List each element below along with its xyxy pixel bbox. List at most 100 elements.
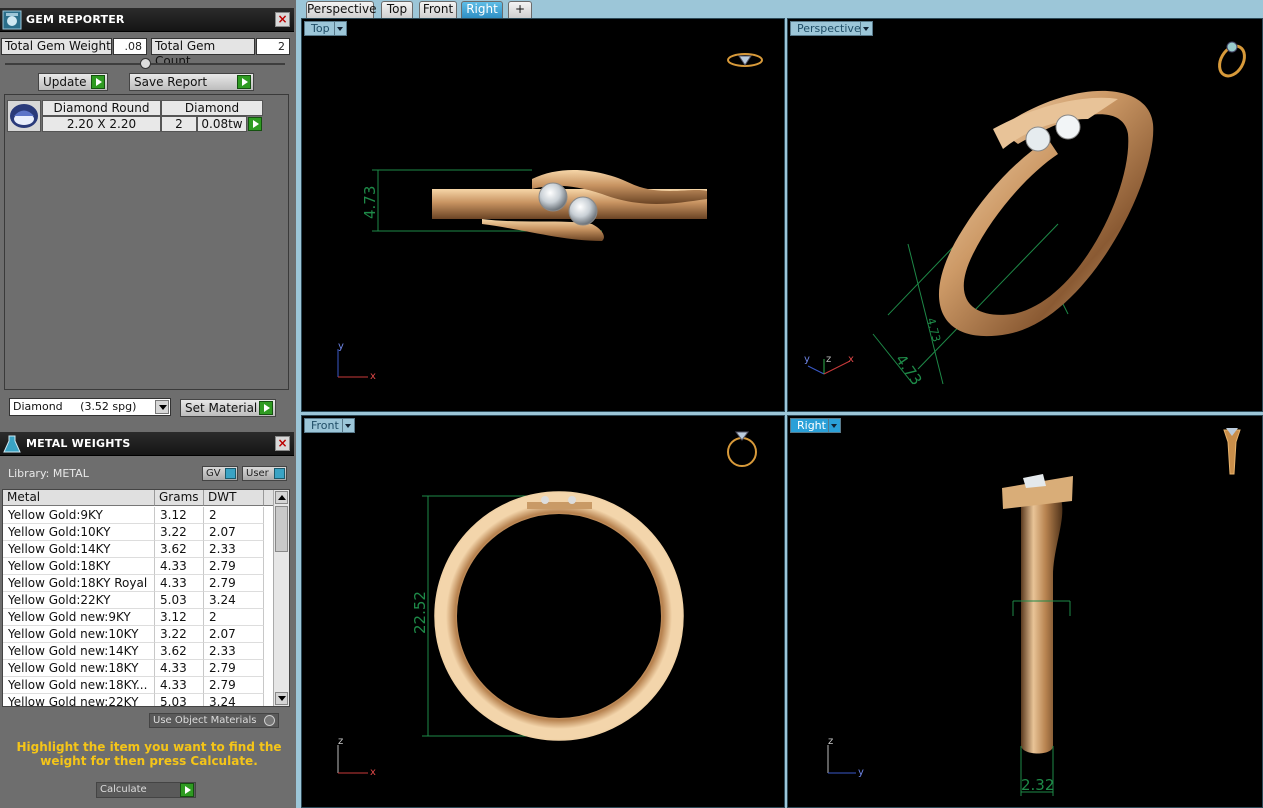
dwt-cell: 3.24	[204, 592, 264, 609]
table-row[interactable]: Yellow Gold new:10KY 3.22 2.07	[3, 626, 274, 643]
add-tab-icon[interactable]: +	[508, 1, 532, 18]
ring-preview-icon[interactable]	[1214, 41, 1249, 81]
dwt-cell: 2.79	[204, 575, 264, 592]
toggle-indicator-icon	[225, 468, 236, 479]
play-icon[interactable]	[248, 117, 262, 131]
viewport-right[interactable]: 2.32 z y Right	[787, 415, 1263, 808]
save-report-button[interactable]: Save Report	[129, 73, 254, 91]
diamond-stone-icon	[1025, 126, 1051, 152]
gem-list: Diamond Round Diamond 2.20 X 2.20 2 0.08…	[4, 94, 289, 390]
dimension-line	[872, 168, 1069, 385]
vertical-scrollbar[interactable]	[273, 490, 289, 706]
tab-perspective[interactable]: Perspective	[306, 1, 377, 18]
diamond-stone-icon	[541, 496, 549, 504]
calculate-button[interactable]: Calculate	[96, 782, 196, 798]
scroll-thumb[interactable]	[275, 506, 288, 552]
total-gem-weight-label: Total Gem Weight	[1, 38, 112, 55]
gem-shape[interactable]: Diamond Round	[42, 100, 161, 116]
close-icon[interactable]: ×	[275, 12, 290, 27]
viewport-tab-bar: Perspective Top Front Right +	[298, 0, 1263, 18]
user-label: User	[246, 468, 269, 479]
ring-setting	[527, 502, 592, 509]
dimension-label: 4.73	[892, 351, 926, 389]
metal-weights-header: METAL WEIGHTS ×	[0, 432, 294, 456]
dwt-cell: 2.07	[204, 524, 264, 541]
gem-count[interactable]: 2	[161, 116, 197, 132]
ring-preview-icon[interactable]	[727, 431, 757, 467]
total-gem-weight-value: .08	[113, 38, 147, 55]
total-gem-count-label: Total Gem Count	[151, 38, 255, 68]
column-header-dwt[interactable]: DWT	[204, 490, 264, 506]
tab-right[interactable]: Right	[461, 1, 503, 18]
column-header-metal[interactable]: Metal	[3, 490, 155, 506]
chevron-down-icon	[828, 419, 840, 432]
dwt-cell: 2.79	[204, 660, 264, 677]
table-row[interactable]: Yellow Gold new:14KY 3.62 2.33	[3, 643, 274, 660]
use-object-materials-toggle[interactable]: Use Object Materials	[149, 713, 279, 728]
material-select[interactable]: Diamond (3.52 spg)	[9, 398, 171, 416]
column-header-grams[interactable]: Grams	[155, 490, 204, 506]
viewport-label-text: Front	[311, 419, 339, 432]
dimension-label: 4.73	[361, 186, 379, 219]
viewport-label-right[interactable]: Right	[790, 418, 841, 433]
axis-x-label: x	[848, 354, 854, 365]
gv-toggle[interactable]: GV	[202, 466, 238, 481]
grams-cell: 4.33	[155, 575, 204, 592]
diamond-stone-icon	[1023, 474, 1046, 488]
viewport-top[interactable]: 4.73 y x Top	[301, 18, 785, 412]
gv-label: GV	[206, 468, 221, 479]
viewport-front[interactable]: 22.52 z x Front	[301, 415, 785, 808]
tab-top[interactable]: Top	[381, 1, 413, 18]
table-row[interactable]: Yellow Gold new:22KY 5.03 3.24	[3, 694, 274, 706]
dwt-cell: 2.79	[204, 677, 264, 694]
viewport-perspective[interactable]: 4.73 4.73 y z x Perspective	[787, 18, 1263, 412]
axis-indicator: y z x	[804, 354, 854, 375]
ring-preview-icon[interactable]	[1223, 428, 1241, 475]
diamond-stone-icon	[568, 496, 576, 504]
axis-y-label: y	[804, 354, 810, 365]
flask-icon	[2, 434, 22, 454]
scroll-up-icon[interactable]	[275, 491, 288, 504]
metal-name-cell: Yellow Gold:14KY	[3, 541, 155, 558]
viewport-label-perspective[interactable]: Perspective	[790, 21, 873, 36]
table-row[interactable]: Yellow Gold new:9KY 3.12 2	[3, 609, 274, 626]
left-panel: GEM REPORTER × Total Gem Weight .08 Tota…	[0, 0, 296, 808]
update-button-label: Update	[43, 75, 87, 89]
gem-size[interactable]: 2.20 X 2.20	[42, 116, 161, 132]
play-icon	[237, 75, 251, 89]
user-toggle[interactable]: User	[242, 466, 287, 481]
metal-name-cell: Yellow Gold:22KY	[3, 592, 155, 609]
table-row[interactable]: Yellow Gold:14KY 3.62 2.33	[3, 541, 274, 558]
table-row[interactable]: Yellow Gold:22KY 5.03 3.24	[3, 592, 274, 609]
calculate-label: Calculate	[100, 784, 147, 795]
gem-material[interactable]: Diamond	[161, 100, 263, 116]
table-row[interactable]: Yellow Gold new:18KY 4.33 2.79	[3, 660, 274, 677]
grams-cell: 5.03	[155, 694, 204, 706]
viewport-label-text: Right	[797, 419, 826, 432]
ring-body	[938, 90, 1154, 337]
table-row[interactable]: Yellow Gold new:18KY... 4.33 2.79	[3, 677, 274, 694]
gem-reporter-header: GEM REPORTER ×	[0, 8, 294, 32]
total-gem-count-value: 2	[256, 38, 290, 55]
close-icon[interactable]: ×	[275, 436, 290, 451]
grams-cell: 3.22	[155, 524, 204, 541]
table-row[interactable]: Yellow Gold:18KY Royal 4.33 2.79	[3, 575, 274, 592]
scroll-down-icon[interactable]	[275, 692, 288, 705]
metal-name-cell: Yellow Gold new:10KY	[3, 626, 155, 643]
gem-weight[interactable]: 0.08tw	[197, 116, 247, 132]
gem-reporter-title: GEM REPORTER	[26, 13, 125, 26]
table-row[interactable]: Yellow Gold:18KY 4.33 2.79	[3, 558, 274, 575]
ring-preview-icon[interactable]	[727, 53, 763, 67]
tab-front[interactable]: Front	[419, 1, 457, 18]
grams-cell: 3.62	[155, 541, 204, 558]
axis-z-label: z	[828, 736, 833, 747]
viewport-label-front[interactable]: Front	[304, 418, 355, 433]
viewport-label-top[interactable]: Top	[304, 21, 347, 36]
chevron-down-icon	[155, 400, 169, 414]
set-material-button[interactable]: Set Material	[180, 399, 276, 417]
update-button[interactable]: Update	[38, 73, 108, 91]
play-icon	[91, 75, 105, 89]
table-row[interactable]: Yellow Gold:9KY 3.12 2	[3, 507, 274, 524]
splitter-handle-icon[interactable]	[140, 58, 151, 69]
table-row[interactable]: Yellow Gold:10KY 3.22 2.07	[3, 524, 274, 541]
